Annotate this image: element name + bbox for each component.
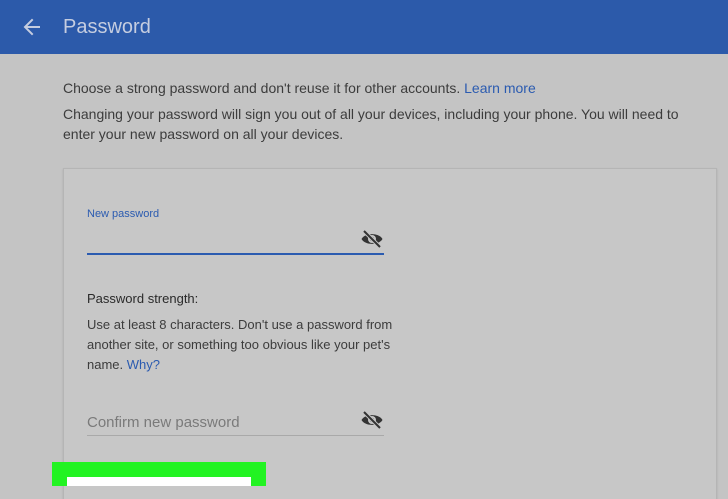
toggle-new-password-visibility[interactable] xyxy=(359,228,385,250)
learn-more-link[interactable]: Learn more xyxy=(464,80,536,96)
change-password-button[interactable] xyxy=(67,477,251,486)
confirm-password-input[interactable] xyxy=(87,410,357,434)
why-link[interactable]: Why? xyxy=(127,357,160,372)
toggle-confirm-password-visibility[interactable] xyxy=(359,409,385,431)
intro-line-2: Changing your password will sign you out… xyxy=(63,106,679,142)
intro-line-1: Choose a strong password and don't reuse… xyxy=(63,78,713,98)
new-password-underline xyxy=(87,253,384,255)
eye-off-icon xyxy=(361,229,383,249)
confirm-password-underline xyxy=(87,435,384,436)
back-button[interactable] xyxy=(18,13,46,41)
arrow-left-icon xyxy=(23,18,40,36)
password-strength-title: Password strength: xyxy=(87,291,199,306)
new-password-label: New password xyxy=(87,208,160,220)
eye-off-icon xyxy=(361,410,383,430)
intro-text: Choose a strong password and don't reuse… xyxy=(63,80,461,96)
page-title: Password xyxy=(63,16,151,38)
new-password-input[interactable] xyxy=(87,226,357,252)
app-header: Password xyxy=(0,0,728,54)
password-strength-hint: Use at least 8 characters. Don't use a p… xyxy=(87,315,397,375)
